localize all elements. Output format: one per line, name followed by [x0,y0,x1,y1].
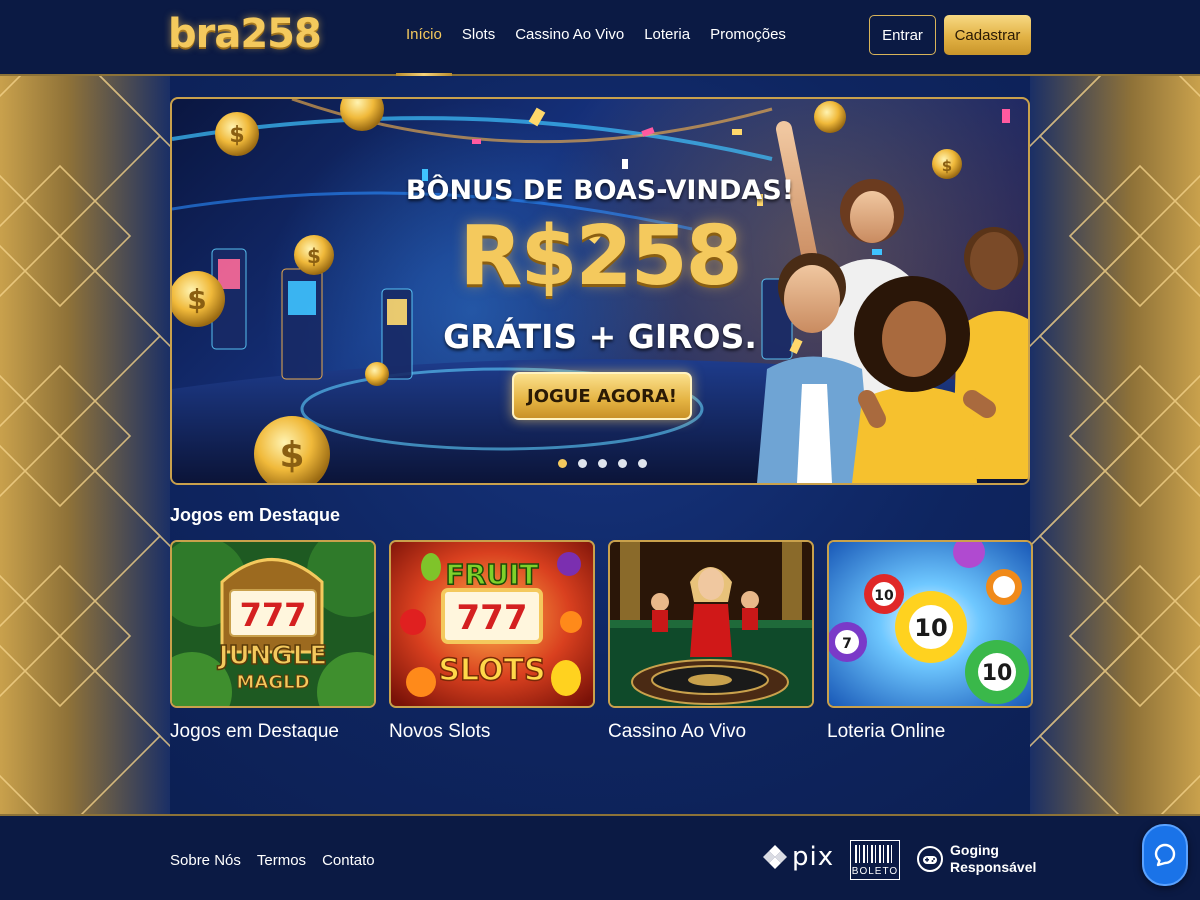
ball-number: 10 [914,614,947,642]
carousel-dot[interactable] [578,459,587,468]
pix-icon [763,845,787,869]
svg-text:$: $ [279,435,304,476]
footer-link-termos[interactable]: Termos [257,852,306,869]
pix-payment-logo: pix [762,842,834,872]
ball-number: 10 [874,588,894,604]
chat-support-button[interactable] [1142,824,1188,886]
nav-item-inicio[interactable]: Início [396,0,452,76]
page-footer: Sobre Nós Termos Contato pix BOLETO Gogi… [0,814,1200,900]
featured-games-grid: 777 JUNGLE MAGLD Jogos em Destaque 777 F… [170,540,1033,743]
game-card-lottery[interactable]: 10 10 7 10 Loteria Online [827,540,1033,743]
card-art-title: JUNGLE [217,641,327,671]
pix-label: pix [792,842,835,872]
card-art-subtitle: SLOTS [438,653,545,688]
svg-text:$: $ [229,123,244,148]
carousel-dot[interactable] [638,459,647,468]
decor-right-panel [1030,76,1200,814]
play-now-button[interactable]: JOGUE AGORA! [512,372,692,420]
nav-item-slots[interactable]: Slots [452,0,505,76]
chat-bubble-icon [1154,843,1176,867]
game-card-fruit-slots[interactable]: 777 FRUIT SLOTS Novos Slots [389,540,595,743]
responsible-line-1: Goging [950,842,999,858]
featured-section-title: Jogos em Destaque [170,505,341,525]
brand-logo[interactable]: bra258 [168,11,322,57]
footer-link-contato[interactable]: Contato [322,852,375,869]
nav-item-cassino-ao-vivo[interactable]: Cassino Ao Vivo [505,0,634,76]
nav-item-loteria[interactable]: Loteria [634,0,700,76]
boleto-payment-logo: BOLETO [850,840,900,880]
hero-extra-text: GRÁTIS + GIROS. [443,317,757,356]
decor-left-panel [0,76,170,814]
reels-text: 777 [240,596,307,634]
hero-banner[interactable]: $ $ $ $ $ BÔNUS DE BOAS-VINDAS! R$258 GR… [170,97,1030,485]
reels-text: 777 [457,598,528,638]
ball-number: 7 [842,636,852,652]
nav-item-promocoes[interactable]: Promoções [700,0,796,76]
game-card-live-casino[interactable]: Cassino Ao Vivo [608,540,814,743]
footer-links: Sobre Nós Termos Contato [170,852,375,869]
hero-bonus-amount: R$258 [459,209,742,304]
game-card-jungle[interactable]: 777 JUNGLE MAGLD Jogos em Destaque [170,540,376,743]
game-card-label[interactable]: Loteria Online [827,721,1033,743]
game-card-label[interactable]: Cassino Ao Vivo [608,721,814,743]
carousel-dot[interactable] [598,459,607,468]
carousel-dot[interactable] [558,459,567,468]
svg-text:$: $ [942,157,952,175]
hero-subtitle: BÔNUS DE BOAS-VINDAS! [405,175,795,206]
carousel-dots [558,459,647,468]
top-header: bra258 Início Slots Cassino Ao Vivo Lote… [0,0,1200,76]
register-button[interactable]: Cadastrar [944,15,1031,55]
game-card-label[interactable]: Jogos em Destaque [170,721,376,743]
barcode-icon [855,845,895,863]
footer-link-sobre-nos[interactable]: Sobre Nós [170,852,241,869]
game-card-label[interactable]: Novos Slots [389,721,595,743]
card-art-title: FRUIT [446,558,539,591]
game-thumbnail[interactable]: 777 JUNGLE MAGLD [170,540,376,708]
boleto-label: BOLETO [851,866,899,877]
main-nav: Início Slots Cassino Ao Vivo Loteria Pro… [396,0,796,76]
login-button[interactable]: Entrar [869,15,936,55]
game-thumbnail[interactable]: 777 FRUIT SLOTS [389,540,595,708]
ball-number: 10 [982,661,1013,686]
game-thumbnail[interactable] [608,540,814,708]
gamepad-icon [917,846,943,872]
carousel-dot[interactable] [618,459,627,468]
card-art-subtitle: MAGLD [236,672,309,693]
responsible-line-2: Responsável [950,859,1037,875]
responsible-gaming-text: Goging Responsável [950,842,1036,876]
game-thumbnail[interactable]: 10 10 7 10 [827,540,1033,708]
responsible-gaming-badge[interactable]: Goging Responsável [916,842,1036,876]
